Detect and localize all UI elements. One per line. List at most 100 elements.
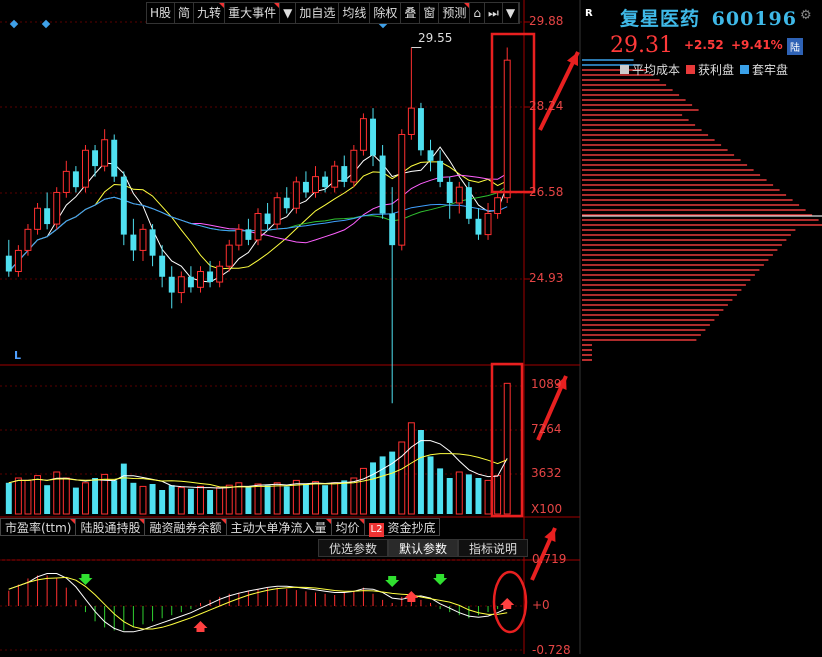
toolbar-item-5[interactable]: 加自选 — [296, 3, 340, 23]
indicator-tab-label: 融资融券余额 — [149, 521, 222, 535]
volume-bar — [62, 477, 70, 515]
toolbar-item-4[interactable]: ▼ — [280, 3, 297, 23]
settings-icon[interactable]: ⚙ — [800, 8, 812, 23]
candle-body — [130, 234, 137, 251]
volume-bar — [120, 463, 127, 514]
volume-unit: X100 — [531, 502, 563, 516]
candle-body — [379, 155, 386, 214]
candle-body — [283, 197, 290, 209]
hk-connect-badge: 陆 — [787, 38, 803, 55]
volume-bar — [44, 485, 51, 514]
candle-body — [82, 149, 89, 188]
macd-tick-3: -0.728 — [532, 643, 571, 657]
subtab-indicator-help[interactable]: 指标说明 — [458, 539, 529, 557]
current-price: 29.31 — [610, 33, 673, 58]
candle-body — [302, 181, 309, 193]
annotation-arrow — [538, 51, 580, 131]
volume-bar — [111, 480, 118, 514]
indicator-tab-1[interactable]: 陆股通持股 — [76, 518, 146, 536]
buy-arrow-icon — [500, 598, 515, 609]
toolbar-item-7[interactable]: 除权 — [370, 3, 402, 23]
candle-body — [216, 265, 224, 283]
toolbar-item-8[interactable]: 叠 — [401, 3, 421, 23]
volume-bar — [207, 490, 214, 514]
indicator-tab-0[interactable]: 市盈率(ttm) — [0, 518, 77, 536]
volume-bar — [370, 462, 376, 514]
volume-bar — [5, 482, 12, 514]
macd-tick-2: +0 — [532, 598, 550, 612]
volume-bar — [437, 468, 444, 514]
subtab-preferred-params[interactable]: 优选参数 — [318, 539, 389, 557]
candle-body — [475, 218, 482, 235]
volume-bar — [82, 482, 89, 515]
highlight-box — [490, 32, 536, 194]
price-tick-1: 29.88 — [529, 14, 564, 28]
indicator-tab-3[interactable]: 主动大单净流入量 — [226, 518, 332, 536]
volume-bar — [130, 482, 137, 514]
candle-body — [14, 249, 22, 272]
volume-bar — [407, 422, 415, 515]
stock-name: 复星医药 — [620, 8, 701, 30]
volume-bar — [494, 475, 502, 515]
toolbar-item-9[interactable]: 窗 — [420, 3, 440, 23]
l2-badge: L2 — [368, 523, 385, 537]
candle-body — [44, 208, 51, 225]
indicator-tab-2[interactable]: 融资融券余额 — [145, 518, 227, 536]
candle-body — [245, 229, 252, 240]
indicator-subtabs: 优选参数 默认参数 指标说明 — [318, 539, 529, 557]
candle-body — [398, 133, 406, 246]
indicator-tab-label: 陆股通持股 — [80, 521, 141, 535]
candle-body — [417, 108, 424, 151]
candle-body — [187, 276, 194, 288]
toolbar-item-10[interactable]: 预测 — [439, 3, 471, 23]
price-change-pct: +9.41% — [731, 38, 783, 52]
candle-body — [53, 191, 61, 225]
candle-body — [92, 150, 99, 167]
volume-bar — [34, 475, 42, 515]
volume-bar — [14, 477, 22, 515]
candle-body — [24, 228, 32, 251]
toolbar-item-2[interactable]: 九转 — [194, 3, 226, 23]
candle-body — [120, 176, 127, 235]
candle-body — [177, 276, 185, 294]
candle-body — [62, 170, 70, 193]
legend-label: 套牢盘 — [752, 63, 789, 77]
volume-bar — [427, 456, 434, 514]
price-tick-4: 24.93 — [529, 271, 564, 285]
candle-body — [207, 271, 214, 283]
candle-body — [34, 207, 42, 230]
volume-tick-1: 1089 — [531, 377, 562, 391]
l-marker: L — [14, 349, 22, 362]
toolbar-item-3[interactable]: 重大事件 — [225, 3, 281, 23]
indicator-tab-4[interactable]: 均价 — [331, 518, 365, 536]
candle-body — [168, 276, 175, 293]
toolbar-item-1[interactable]: 简 — [175, 3, 195, 23]
toolbar-item-0[interactable]: H股 — [147, 3, 176, 23]
toolbar-item-12[interactable]: ⏭ — [485, 3, 503, 23]
candle-body — [437, 160, 444, 182]
toolbar-item-11[interactable]: ⌂ — [470, 3, 486, 23]
candle-body — [341, 166, 348, 182]
volume-bar — [455, 471, 463, 515]
candle-body — [139, 228, 147, 251]
candle-body — [465, 187, 472, 219]
indicator-tabs: 市盈率(ttm) 陆股通持股 融资融券余额 主动大单净流入量 均价 L2 资金抄底 — [0, 518, 441, 537]
volume-bar — [225, 484, 233, 515]
volume-bar — [245, 486, 252, 514]
buy-arrow-icon — [193, 621, 208, 632]
price-tick-2: 28.24 — [529, 99, 564, 113]
candle-body — [350, 149, 358, 183]
subtab-default-params[interactable]: 默认参数 — [388, 539, 459, 557]
volume-bar — [168, 485, 175, 514]
volume-tick-3: 3632 — [531, 466, 562, 480]
toolbar-item-13[interactable]: ▼ — [503, 3, 520, 23]
volume-bar — [341, 480, 348, 514]
volume-bar — [475, 478, 482, 514]
candle-body — [5, 255, 12, 272]
indicator-tab-5[interactable]: L2 资金抄底 — [364, 518, 441, 537]
volume-tick-2: 7264 — [531, 422, 562, 436]
candle-body — [370, 118, 376, 156]
volume-bar — [503, 382, 511, 515]
toolbar-item-6[interactable]: 均线 — [339, 3, 371, 23]
legend-item-0: 平均成本 — [620, 61, 680, 78]
